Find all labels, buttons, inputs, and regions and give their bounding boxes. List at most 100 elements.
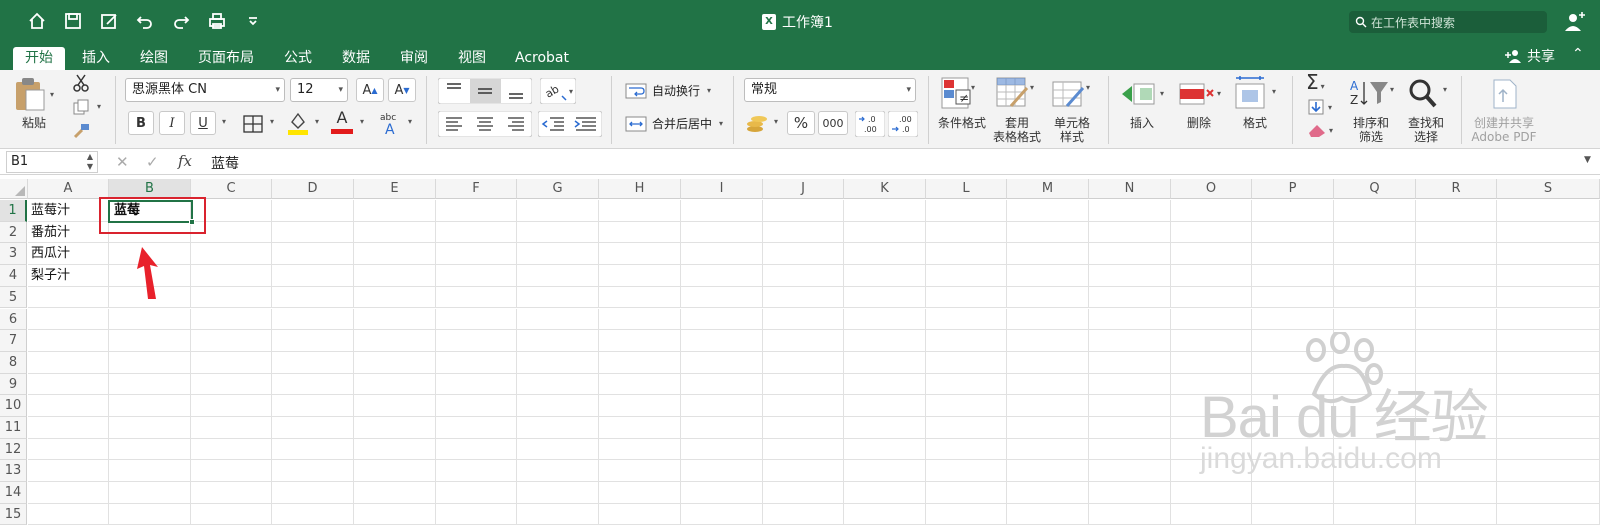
cell-l3[interactable] <box>926 243 1007 266</box>
cell-q15[interactable] <box>1334 503 1416 526</box>
cell-c13[interactable] <box>191 460 272 483</box>
cell-p3[interactable] <box>1252 243 1334 266</box>
cell-f3[interactable] <box>436 243 517 266</box>
cell-f12[interactable] <box>436 438 517 461</box>
cell-m5[interactable] <box>1007 286 1089 309</box>
cell-s6[interactable] <box>1497 308 1600 331</box>
align-left-button[interactable] <box>438 111 469 137</box>
column-header-k[interactable]: K <box>844 179 926 199</box>
cell-p1[interactable] <box>1252 200 1334 222</box>
cell-k10[interactable] <box>844 395 926 417</box>
cell-f10[interactable] <box>436 395 517 417</box>
cell-e2[interactable] <box>354 221 436 244</box>
cell-q9[interactable] <box>1334 373 1416 396</box>
cell-p12[interactable] <box>1252 438 1334 461</box>
cell-n14[interactable] <box>1089 482 1171 504</box>
cell-i4[interactable] <box>681 265 763 287</box>
decrease-decimal-icon[interactable]: .00.0 <box>888 111 918 137</box>
cell-n9[interactable] <box>1089 373 1171 396</box>
cell-a14[interactable] <box>28 482 109 504</box>
cell-j1[interactable] <box>763 200 844 222</box>
cell-i1[interactable] <box>681 200 763 222</box>
cell-j14[interactable] <box>763 482 844 504</box>
bold-button[interactable]: B <box>128 111 154 135</box>
name-box-spinner-icon[interactable]: ▲ ▼ <box>87 152 93 172</box>
column-header-s[interactable]: S <box>1497 179 1600 199</box>
cell-b11[interactable] <box>109 417 191 439</box>
cell-m8[interactable] <box>1007 351 1089 374</box>
cell-b12[interactable] <box>109 438 191 461</box>
home-icon[interactable] <box>26 10 48 32</box>
increase-decimal-icon[interactable]: .0.00 <box>855 111 885 137</box>
cell-f6[interactable] <box>436 308 517 331</box>
cell-k7[interactable] <box>844 330 926 352</box>
cell-f11[interactable] <box>436 417 517 439</box>
conditional-format-icon[interactable]: ≠▾ <box>940 76 976 110</box>
cell-e9[interactable] <box>354 373 436 396</box>
cell-c6[interactable] <box>191 308 272 331</box>
cell-s15[interactable] <box>1497 503 1600 526</box>
cell-d7[interactable] <box>272 330 354 352</box>
cell-f15[interactable] <box>436 503 517 526</box>
cell-a7[interactable] <box>28 330 109 352</box>
search-box[interactable]: 在工作表中搜索 <box>1349 11 1547 33</box>
cell-h12[interactable] <box>599 438 681 461</box>
cell-m2[interactable] <box>1007 221 1089 244</box>
row-header-11[interactable]: 11 <box>0 417 27 439</box>
cell-i2[interactable] <box>681 221 763 244</box>
cell-q10[interactable] <box>1334 395 1416 417</box>
column-header-d[interactable]: D <box>272 179 354 199</box>
cell-d2[interactable] <box>272 221 354 244</box>
cell-l10[interactable] <box>926 395 1007 417</box>
cell-n10[interactable] <box>1089 395 1171 417</box>
cell-i13[interactable] <box>681 460 763 483</box>
cell-q1[interactable] <box>1334 200 1416 222</box>
cancel-icon[interactable]: ✕ <box>116 153 129 171</box>
cell-j7[interactable] <box>763 330 844 352</box>
cell-d8[interactable] <box>272 351 354 374</box>
row-header-4[interactable]: 4 <box>0 265 27 287</box>
cell-i10[interactable] <box>681 395 763 417</box>
percent-button[interactable]: % <box>787 111 815 135</box>
cell-g14[interactable] <box>517 482 599 504</box>
cell-h7[interactable] <box>599 330 681 352</box>
cell-p13[interactable] <box>1252 460 1334 483</box>
cell-k13[interactable] <box>844 460 926 483</box>
cell-e14[interactable] <box>354 482 436 504</box>
cell-a6[interactable] <box>28 308 109 331</box>
cell-k12[interactable] <box>844 438 926 461</box>
cell-e3[interactable] <box>354 243 436 266</box>
cell-c11[interactable] <box>191 417 272 439</box>
cell-r14[interactable] <box>1416 482 1497 504</box>
cell-o2[interactable] <box>1171 221 1252 244</box>
cell-m15[interactable] <box>1007 503 1089 526</box>
cell-k5[interactable] <box>844 286 926 309</box>
row-header-1[interactable]: 1 <box>0 200 27 222</box>
undo-icon[interactable] <box>134 10 156 32</box>
cell-e15[interactable] <box>354 503 436 526</box>
cell-h1[interactable] <box>599 200 681 222</box>
row-header-3[interactable]: 3 <box>0 243 27 266</box>
column-header-m[interactable]: M <box>1007 179 1089 199</box>
cell-d10[interactable] <box>272 395 354 417</box>
formula-input[interactable]: 蓝莓 <box>211 153 239 173</box>
font-color-button[interactable]: A <box>331 108 353 127</box>
cell-l14[interactable] <box>926 482 1007 504</box>
cell-s14[interactable] <box>1497 482 1600 504</box>
cell-m10[interactable] <box>1007 395 1089 417</box>
cell-h2[interactable] <box>599 221 681 244</box>
cell-f9[interactable] <box>436 373 517 396</box>
cell-styles-icon[interactable]: ▾ <box>1051 76 1093 110</box>
cell-j5[interactable] <box>763 286 844 309</box>
cell-g6[interactable] <box>517 308 599 331</box>
decrease-indent-button[interactable] <box>538 111 570 137</box>
cell-o7[interactable] <box>1171 330 1252 352</box>
cell-p9[interactable] <box>1252 373 1334 396</box>
cell-g12[interactable] <box>517 438 599 461</box>
cell-r5[interactable] <box>1416 286 1497 309</box>
cell-k1[interactable] <box>844 200 926 222</box>
cell-k9[interactable] <box>844 373 926 396</box>
cell-b7[interactable] <box>109 330 191 352</box>
cell-a13[interactable] <box>28 460 109 483</box>
copy-dropdown-icon[interactable]: ▾ <box>97 102 101 111</box>
